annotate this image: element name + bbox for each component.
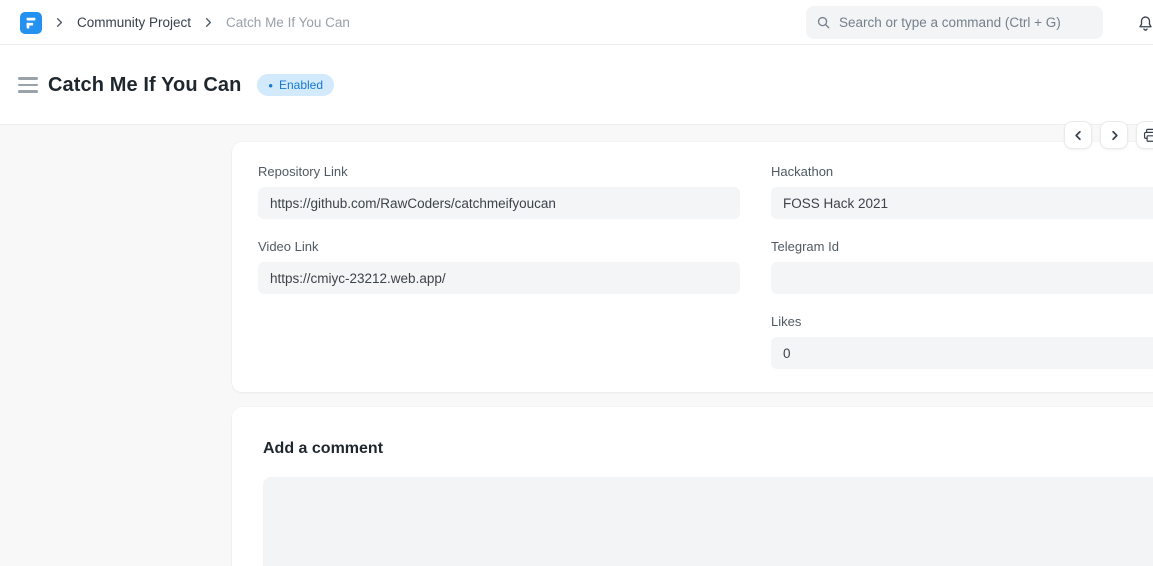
field-video-link: Video Link <box>258 239 740 294</box>
field-label: Video Link <box>258 239 740 254</box>
previous-document-button[interactable] <box>1064 121 1092 149</box>
printer-icon <box>1142 127 1153 144</box>
status-badge: • Enabled <box>257 74 334 96</box>
hamburger-icon <box>18 90 38 93</box>
comment-input[interactable] <box>263 477 1153 566</box>
status-dot: • <box>268 79 273 92</box>
page-head: Catch Me If You Can • Enabled <box>0 45 1153 125</box>
field-hackathon: Hackathon <box>771 164 1153 219</box>
field-label: Telegram Id <box>771 239 1153 254</box>
page-title: Catch Me If You Can <box>48 74 241 97</box>
frappe-logo[interactable] <box>20 12 42 34</box>
chevron-right-icon <box>52 15 67 30</box>
form-section-card: Repository Link Video Link Hackathon Tel… <box>232 142 1153 392</box>
navbar: Community Project Catch Me If You Can <box>0 0 1153 45</box>
video-link-input[interactable] <box>258 262 740 294</box>
chevron-right-icon <box>1107 128 1122 143</box>
repository-link-input[interactable] <box>258 187 740 219</box>
hamburger-icon <box>18 77 38 80</box>
search-icon <box>816 15 831 30</box>
field-label: Hackathon <box>771 164 1153 179</box>
add-comment-heading: Add a comment <box>263 440 383 458</box>
field-telegram-id: Telegram Id <box>771 239 1153 294</box>
breadcrumb-item-community-project[interactable]: Community Project <box>77 15 191 30</box>
chevron-right-icon <box>201 15 216 30</box>
hackathon-input[interactable] <box>771 187 1153 219</box>
bell-icon <box>1136 14 1153 33</box>
form-column-left: Repository Link Video Link <box>258 164 740 314</box>
print-button[interactable] <box>1136 121 1153 149</box>
search-input[interactable] <box>839 15 1093 30</box>
form-column-right: Hackathon Telegram Id Likes <box>771 164 1153 389</box>
global-search[interactable] <box>806 6 1103 39</box>
field-likes: Likes <box>771 314 1153 369</box>
field-label: Likes <box>771 314 1153 329</box>
frappe-logo-glyph <box>21 13 41 33</box>
telegram-id-input[interactable] <box>771 262 1153 294</box>
field-repository-link: Repository Link <box>258 164 740 219</box>
hamburger-icon <box>18 84 38 87</box>
sidebar-toggle-button[interactable] <box>18 77 38 93</box>
likes-input[interactable] <box>771 337 1153 369</box>
page-head-title-area: Catch Me If You Can • Enabled <box>18 45 334 125</box>
comment-section-card: Add a comment <box>232 407 1153 566</box>
breadcrumb: Community Project Catch Me If You Can <box>20 0 350 45</box>
breadcrumb-item-current[interactable]: Catch Me If You Can <box>226 15 350 30</box>
next-document-button[interactable] <box>1100 121 1128 149</box>
field-label: Repository Link <box>258 164 740 179</box>
status-badge-label: Enabled <box>279 78 323 92</box>
notifications-button[interactable] <box>1132 10 1153 36</box>
chevron-left-icon <box>1071 128 1086 143</box>
